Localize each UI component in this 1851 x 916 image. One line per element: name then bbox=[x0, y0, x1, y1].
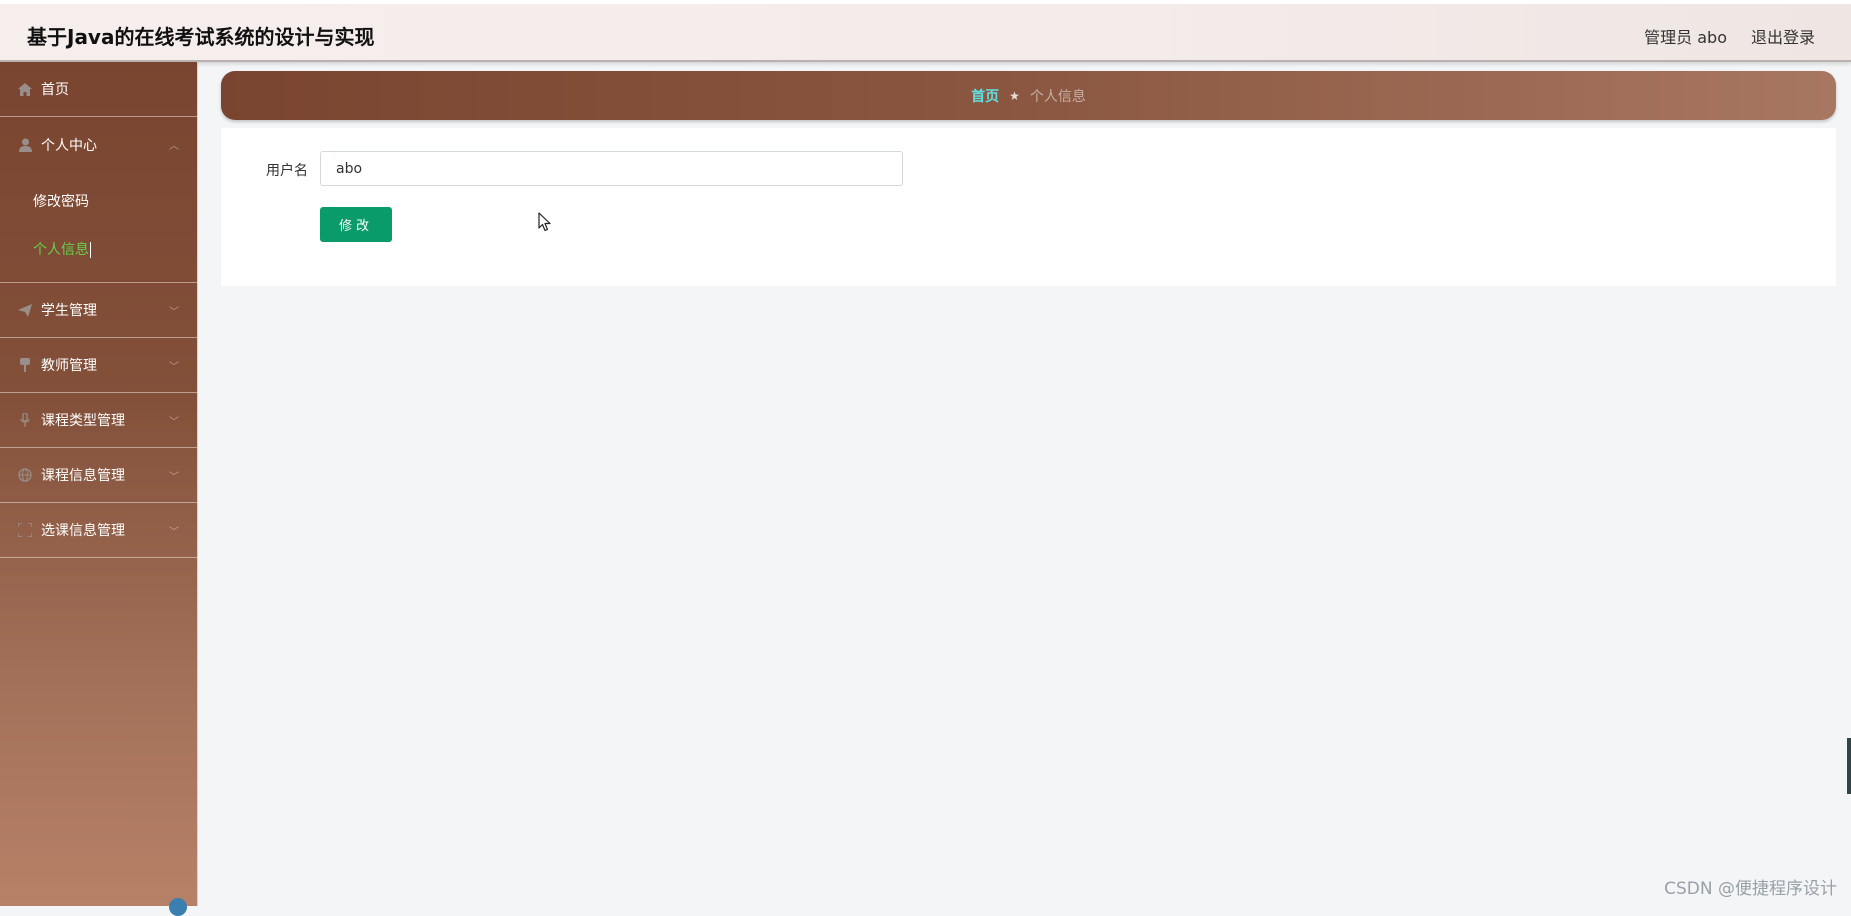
send-icon bbox=[17, 302, 33, 318]
logout-link[interactable]: 退出登录 bbox=[1751, 24, 1815, 48]
sidebar-item-course-selection-management[interactable]: 选课信息管理 ﹀ bbox=[0, 503, 197, 558]
chevron-down-icon: ﹀ bbox=[169, 413, 179, 428]
text-caret bbox=[90, 242, 91, 258]
chevron-up-icon: ︿ bbox=[169, 137, 179, 152]
personal-info-form: 用户名 修改 bbox=[221, 128, 1836, 286]
chevron-down-icon: ﹀ bbox=[169, 468, 179, 483]
breadcrumb-home-link[interactable]: 首页 bbox=[971, 86, 999, 106]
chevron-down-icon: ﹀ bbox=[169, 303, 179, 318]
modify-button[interactable]: 修改 bbox=[320, 207, 392, 242]
username-label: 用户名 bbox=[266, 160, 308, 180]
floating-dot bbox=[169, 898, 187, 916]
sidebar-item-label: 个人信息 bbox=[33, 242, 89, 258]
sidebar-item-label: 学生管理 bbox=[41, 300, 97, 320]
watermark: CSDN @便捷程序设计 bbox=[1664, 874, 1837, 899]
sidebar-item-label: 教师管理 bbox=[41, 355, 97, 375]
mouse-pointer-icon bbox=[538, 212, 552, 232]
sidebar-item-course-type-management[interactable]: 课程类型管理 ﹀ bbox=[0, 393, 197, 448]
sidebar-item-label: 选课信息管理 bbox=[41, 520, 125, 540]
sidebar-item-personal-info[interactable]: 个人信息 bbox=[0, 226, 197, 274]
sidebar-item-student-management[interactable]: 学生管理 ﹀ bbox=[0, 283, 197, 338]
sidebar-item-label: 课程类型管理 bbox=[41, 410, 125, 430]
fullscreen-icon bbox=[17, 522, 33, 538]
pin-icon bbox=[17, 357, 33, 373]
sidebar-item-label: 课程信息管理 bbox=[41, 465, 125, 485]
sidebar-item-teacher-management[interactable]: 教师管理 ﹀ bbox=[0, 338, 197, 393]
user-icon bbox=[17, 137, 33, 153]
sidebar: 首页 个人中心 ︿ 修改密码 个人信息 学生管理 ﹀ 教师管理 ﹀ 课程类型管理… bbox=[0, 62, 198, 906]
sidebar-item-label: 个人中心 bbox=[41, 135, 97, 155]
sidebar-item-change-password[interactable]: 修改密码 bbox=[0, 178, 197, 226]
sidebar-item-label: 首页 bbox=[41, 79, 69, 99]
star-separator-icon: ★ bbox=[1009, 89, 1020, 103]
sidebar-item-personal-center[interactable]: 个人中心 ︿ bbox=[0, 117, 197, 172]
home-icon bbox=[17, 81, 33, 97]
globe-icon bbox=[17, 467, 33, 483]
sidebar-item-home[interactable]: 首页 bbox=[0, 62, 197, 117]
microphone-icon bbox=[17, 412, 33, 428]
username-field[interactable] bbox=[320, 151, 903, 186]
top-bar-actions: 管理员 abo 退出登录 bbox=[1644, 24, 1815, 48]
top-bar: 基于Java的在线考试系统的设计与实现 管理员 abo 退出登录 bbox=[0, 0, 1851, 62]
breadcrumb-current: 个人信息 bbox=[1030, 86, 1086, 106]
sidebar-item-course-info-management[interactable]: 课程信息管理 ﹀ bbox=[0, 448, 197, 503]
current-user-label: 管理员 abo bbox=[1644, 24, 1727, 48]
app-title: 基于Java的在线考试系统的设计与实现 bbox=[27, 21, 374, 50]
breadcrumb: 首页 ★ 个人信息 bbox=[221, 71, 1836, 120]
scroll-edge-marker bbox=[1847, 738, 1851, 794]
chevron-down-icon: ﹀ bbox=[169, 523, 179, 538]
submenu-personal-center: 修改密码 个人信息 bbox=[0, 172, 197, 283]
chevron-down-icon: ﹀ bbox=[169, 358, 179, 373]
